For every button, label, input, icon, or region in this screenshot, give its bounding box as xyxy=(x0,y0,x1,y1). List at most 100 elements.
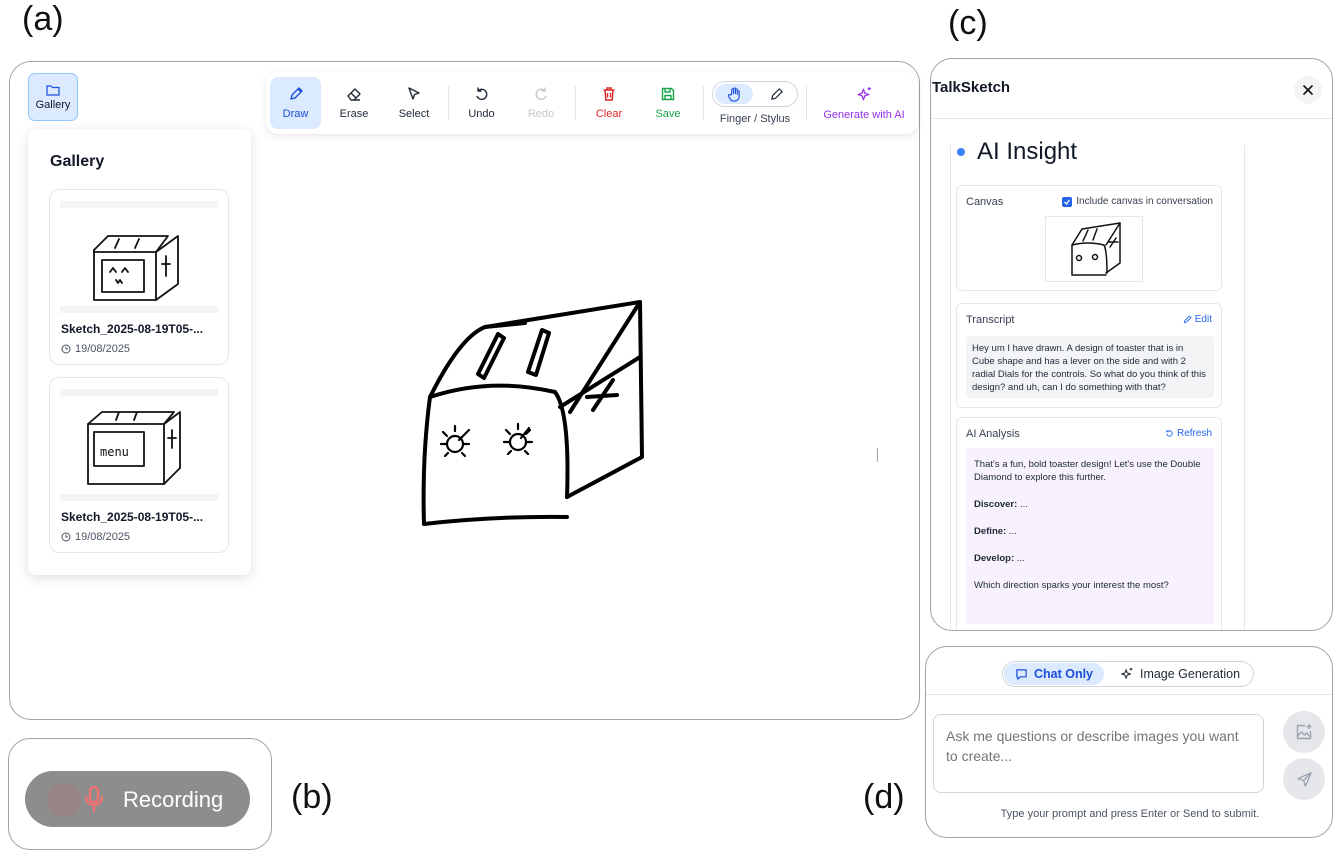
discover-label: Discover: xyxy=(974,499,1018,510)
sketch-thumbnail: menu xyxy=(60,389,218,501)
redo-button[interactable]: Redo xyxy=(515,77,567,129)
redo-icon xyxy=(535,87,547,101)
undo-button[interactable]: Undo xyxy=(455,77,508,129)
gallery-item[interactable]: menu Sketch_2025-08-19T05-... 19/08/2025 xyxy=(49,377,229,553)
sketch-thumbnail-text: menu xyxy=(100,445,129,459)
gallery-item[interactable]: Sketch_2025-08-19T05-... 19/08/2025 xyxy=(49,189,229,365)
gallery-button[interactable]: Gallery xyxy=(28,73,78,121)
chat-input[interactable] xyxy=(933,714,1264,793)
stylus-mode-option[interactable] xyxy=(757,84,795,104)
chat-panel: Chat Only Image Generation Type your pro… xyxy=(925,646,1333,838)
checkbox-checked-icon xyxy=(1062,196,1073,207)
trash-icon xyxy=(603,87,615,101)
develop-label: Develop: xyxy=(974,553,1015,564)
save-button[interactable]: Save xyxy=(642,77,694,129)
generate-with-ai-button[interactable]: Generate with AI xyxy=(815,77,913,129)
tab-image-generation[interactable]: Image Generation xyxy=(1107,663,1253,685)
canvas-preview-image xyxy=(1045,216,1143,282)
refresh-icon xyxy=(1166,429,1173,437)
gallery-item-date-text: 19/08/2025 xyxy=(75,343,131,355)
tab-chat-only-label: Chat Only xyxy=(1033,667,1094,681)
include-canvas-checkbox[interactable]: Include canvas in conversation xyxy=(1062,196,1213,207)
pencil-icon xyxy=(289,87,303,100)
draw-tool[interactable]: Draw xyxy=(270,77,321,129)
gallery-item-name: Sketch_2025-08-19T05-... xyxy=(61,510,204,524)
recording-button[interactable]: Recording xyxy=(25,771,250,827)
chat-bubble-icon xyxy=(1016,668,1027,680)
chat-mode-tabs: Chat Only Image Generation xyxy=(1002,661,1254,687)
ai-analysis-text: That's a fun, bold toaster design! Let's… xyxy=(966,448,1214,624)
select-tool[interactable]: Select xyxy=(387,77,441,129)
insight-panel: TalkSketch AI Insight Canvas Include can… xyxy=(930,58,1333,631)
gallery-item-date: 19/08/2025 xyxy=(61,343,130,355)
ai-analysis-heading: AI Analysis xyxy=(966,428,1020,440)
gallery-button-label: Gallery xyxy=(35,98,71,111)
save-label: Save xyxy=(655,108,681,120)
erase-label: Erase xyxy=(339,108,369,120)
gallery-item-date-text: 19/08/2025 xyxy=(75,531,131,543)
analysis-define: Define: ... xyxy=(974,525,1206,538)
sketch-thumbnail xyxy=(60,201,218,313)
pencil-icon xyxy=(1183,315,1192,324)
microphone-icon xyxy=(84,785,104,813)
sparkles-icon xyxy=(1121,667,1133,679)
pen-icon xyxy=(770,87,783,100)
finger-mode-option[interactable] xyxy=(715,84,753,104)
discover-text: ... xyxy=(1017,499,1028,510)
toolbar-divider xyxy=(575,86,576,120)
save-icon xyxy=(661,87,675,101)
gallery-item-date: 19/08/2025 xyxy=(61,531,130,543)
define-label: Define: xyxy=(974,526,1007,537)
close-button[interactable] xyxy=(1294,76,1322,104)
clear-button[interactable]: Clear xyxy=(583,77,635,129)
refresh-analysis-button[interactable]: Refresh xyxy=(1165,428,1212,439)
insight-title: AI Insight xyxy=(977,138,1078,165)
tab-chat-only[interactable]: Chat Only xyxy=(1004,663,1104,685)
canvas-section: Canvas Include canvas in conversation xyxy=(956,185,1222,291)
eraser-icon xyxy=(347,88,361,101)
recording-pulse xyxy=(47,783,81,817)
define-text: ... xyxy=(1006,526,1017,537)
transcript-heading: Transcript xyxy=(966,314,1015,326)
chat-hint: Type your prompt and press Enter or Send… xyxy=(1000,808,1260,820)
panel-label-d: (d) xyxy=(863,778,905,816)
folder-icon xyxy=(46,84,60,96)
develop-text: ... xyxy=(1014,553,1025,564)
cursor-icon xyxy=(408,87,420,100)
clock-icon xyxy=(61,344,71,354)
send-button[interactable] xyxy=(1283,758,1325,800)
chat-divider xyxy=(926,694,1332,695)
analysis-intro: That's a fun, bold toaster design! Let's… xyxy=(974,459,1201,483)
clear-label: Clear xyxy=(595,108,623,120)
gallery-item-name: Sketch_2025-08-19T05-... xyxy=(61,322,204,336)
status-dot xyxy=(957,148,965,156)
recording-label: Recording xyxy=(123,787,224,812)
toolbar-divider xyxy=(448,86,449,120)
toaster-sketch xyxy=(415,292,655,537)
erase-tool[interactable]: Erase xyxy=(328,77,380,129)
edit-transcript-button[interactable]: Edit xyxy=(1183,314,1212,325)
app-title: TalkSketch xyxy=(932,79,1011,96)
gallery-title: Gallery xyxy=(50,153,105,170)
close-icon xyxy=(1303,85,1313,95)
panel-label-c: (c) xyxy=(948,4,988,42)
add-image-button[interactable] xyxy=(1283,711,1325,753)
undo-icon xyxy=(475,87,487,101)
transcript-text[interactable]: Hey um I have drawn. A design of toaster… xyxy=(966,336,1214,398)
analysis-develop: Develop: ... xyxy=(974,552,1206,565)
analysis-discover: Discover: ... xyxy=(974,498,1206,511)
edit-label: Edit xyxy=(1194,314,1212,325)
undo-label: Undo xyxy=(468,108,495,120)
canvas-section-heading: Canvas xyxy=(966,196,1004,208)
panel-label-a: (a) xyxy=(22,0,64,38)
gallery-panel: Gallery Sketch_2025-08-19T05-... 19/08/2… xyxy=(28,129,251,575)
header-divider xyxy=(931,118,1332,119)
generate-label: Generate with AI xyxy=(823,108,905,121)
hand-icon xyxy=(727,86,740,102)
image-plus-icon xyxy=(1296,724,1312,740)
sparkles-icon xyxy=(856,86,871,100)
input-mode-toggle[interactable] xyxy=(712,81,798,107)
analysis-closing: Which direction sparks your interest the… xyxy=(974,580,1169,591)
refresh-label: Refresh xyxy=(1176,428,1212,439)
redo-label: Redo xyxy=(527,108,555,120)
